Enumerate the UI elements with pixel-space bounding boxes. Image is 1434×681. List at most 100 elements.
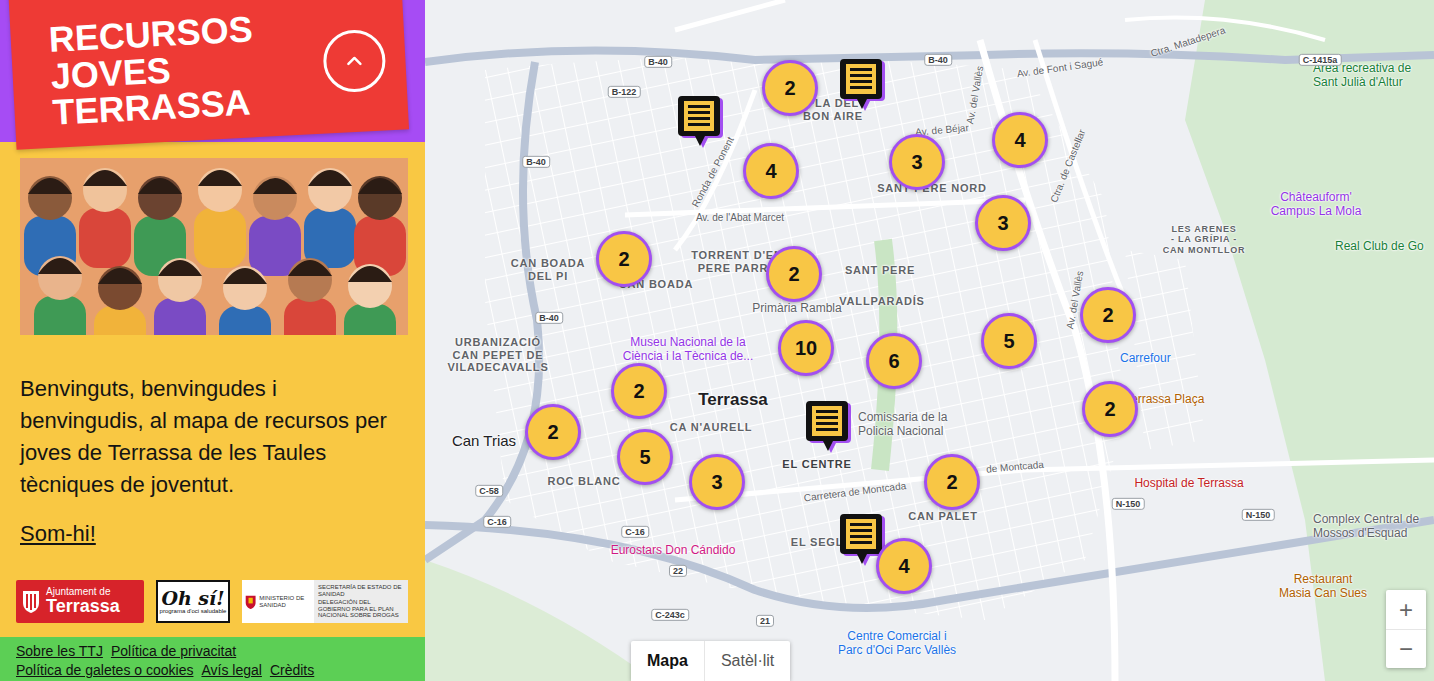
poi-label[interactable]: Carrefour	[1120, 352, 1171, 366]
cluster-marker[interactable]: 3	[689, 454, 745, 510]
resource-marker-icon[interactable]	[803, 397, 853, 455]
district-label: CA N'AURELL	[670, 421, 753, 434]
coat-of-arms-icon	[245, 591, 256, 613]
title-line: TERRASSA	[52, 85, 258, 132]
chevron-up-icon	[342, 49, 366, 73]
collapse-button[interactable]	[323, 30, 385, 92]
city-label: Terrassa	[698, 390, 768, 410]
road-label: Av. de l'Abat Marcet	[696, 212, 784, 224]
cluster-marker[interactable]: 2	[924, 454, 980, 510]
poi-label[interactable]: Châteauform' Campus La Mola	[1271, 191, 1362, 219]
ministerio-name: MINISTERIO DE SANIDAD	[259, 595, 311, 608]
district-label: SANT PERE	[845, 264, 915, 277]
road-shield: N-150	[1242, 509, 1275, 521]
district-label: EL SEGL	[791, 536, 843, 549]
road-shield: C-1415a	[1299, 54, 1342, 66]
cluster-marker[interactable]: 2	[596, 231, 652, 287]
cluster-marker[interactable]: 4	[992, 112, 1048, 168]
ministerio-department: SECRETARÍA DE ESTADO DE SANIDAD	[318, 584, 404, 597]
resource-marker-icon[interactable]	[837, 55, 887, 113]
resource-marker-icon[interactable]	[675, 92, 725, 150]
ministerio-departments: SECRETARÍA DE ESTADO DE SANIDAD DELEGACIÓ…	[314, 580, 408, 623]
road-shield: C-58	[475, 485, 503, 497]
poi-label[interactable]: Restaurant Masia Can Sues	[1279, 573, 1367, 601]
app: RECURSOSJOVESTERRASSA Benvinguts, benving…	[0, 0, 1434, 681]
youth-illustration	[20, 158, 408, 335]
cluster-marker[interactable]: 3	[975, 195, 1031, 251]
small-label: LES ARENES - LA GRÍPIA - CAN MONTLLOR	[1163, 224, 1246, 255]
intro: Benvinguts, benvingudes i benvingudis, a…	[0, 335, 425, 547]
header: RECURSOSJOVESTERRASSA	[0, 0, 425, 142]
district-label: VALLPARADÍS	[839, 295, 924, 308]
road-shield: B-40	[924, 54, 952, 66]
cluster-marker[interactable]: 2	[1080, 287, 1136, 343]
footer-link[interactable]: Avís legal	[201, 661, 261, 679]
road-shield: B-40	[644, 56, 672, 68]
cluster-marker[interactable]: 2	[762, 60, 818, 116]
poi-label[interactable]: Museu Nacional de la Ciència i la Tècnic…	[623, 336, 754, 364]
zoom-out-button[interactable]: −	[1386, 629, 1426, 668]
title-card: RECURSOSJOVESTERRASSA	[8, 0, 409, 150]
site-title: RECURSOSJOVESTERRASSA	[48, 11, 258, 132]
ohsi-subtitle: programa d'oci saludable	[160, 608, 227, 614]
footer-link[interactable]: Política de privacitat	[111, 642, 236, 660]
ohsi-title: Oh sí!	[161, 589, 224, 608]
road-shield: B-40	[535, 312, 563, 324]
zoom-in-button[interactable]: +	[1386, 590, 1426, 629]
ajuntament-text: Ajuntament deTerrassa	[46, 587, 120, 616]
map-type-button[interactable]: Satèl·lit	[704, 641, 790, 681]
ministerio-department: DELEGACIÓN DEL GOBIERNO PARA EL PLAN NAC…	[318, 599, 404, 619]
poi-label[interactable]: Hospital de Terrassa	[1134, 477, 1243, 491]
district-label: EL CENTRE	[782, 458, 851, 471]
cluster-marker[interactable]: 4	[876, 538, 932, 594]
poi-label[interactable]: Centre Comercial i Parc d'Oci Parc Vallè…	[838, 630, 956, 658]
map-type-control: MapaSatèl·lit	[631, 641, 790, 681]
map-tiles[interactable]	[425, 0, 1434, 681]
poi-label[interactable]: Primària Rambla	[752, 302, 841, 316]
district-label: URBANIZACIÓ CAN PEPET DE VILADECAVALLS	[447, 336, 548, 374]
road-shield: N-150	[1112, 498, 1145, 510]
poi-label[interactable]: Eurostars Don Cándido	[611, 544, 736, 558]
ajuntament-logo[interactable]: Ajuntament deTerrassa	[16, 580, 144, 623]
footer: Sobre les TTJ Política de privacitatPolít…	[0, 637, 425, 681]
road-shield: C-243c	[651, 609, 689, 621]
footer-link[interactable]: Crèdits	[270, 661, 314, 679]
cluster-marker[interactable]: 5	[981, 313, 1037, 369]
poi-label[interactable]: Comissaria de la Policia Nacional	[858, 411, 947, 439]
cluster-marker[interactable]: 2	[525, 404, 581, 460]
footer-link[interactable]: Sobre les TTJ	[16, 642, 103, 660]
poi-label[interactable]: Real Club de Go	[1335, 240, 1424, 254]
title-line: RECURSOS	[48, 11, 254, 58]
ministerio-brand: MINISTERIO DE SANIDAD	[242, 580, 314, 623]
cluster-marker[interactable]: 4	[743, 143, 799, 199]
sponsor-row: Ajuntament deTerrassa Oh sí!programa d'oc…	[0, 580, 425, 637]
cluster-marker[interactable]: 10	[778, 320, 834, 376]
road-shield: C-16	[483, 516, 511, 528]
map-type-button[interactable]: Mapa	[631, 641, 704, 681]
cluster-marker[interactable]: 2	[766, 246, 822, 302]
road-shield: 22	[669, 565, 687, 577]
start-link[interactable]: Som-hi!	[20, 521, 405, 547]
district-label: CAN PALET	[908, 510, 977, 523]
district-label: ROC BLANC	[547, 475, 620, 488]
cluster-marker[interactable]: 6	[866, 333, 922, 389]
zoom-control: +−	[1386, 590, 1426, 668]
cluster-marker[interactable]: 5	[617, 429, 673, 485]
road-shield: B-40	[522, 156, 550, 168]
footer-link[interactable]: Política de galetes o cookies	[16, 661, 193, 679]
ministerio-logo[interactable]: MINISTERIO DE SANIDADSECRETARÍA DE ESTAD…	[242, 580, 408, 623]
cluster-marker[interactable]: 2	[1082, 381, 1138, 437]
road-shield: C-16	[621, 526, 649, 538]
cluster-marker[interactable]: 3	[889, 134, 945, 190]
intro-text: Benvinguts, benvingudes i benvingudis, a…	[20, 373, 405, 501]
cluster-marker[interactable]: 2	[611, 363, 667, 419]
road-shield: B-122	[608, 86, 641, 98]
illustration	[20, 158, 408, 335]
map[interactable]: PLA DEL BON AIRESANT PERE NORDTORRENT D'…	[425, 0, 1434, 681]
poi-label[interactable]: Complex Central de Mossos d'Esquad	[1313, 513, 1419, 541]
town-label: Can Trias	[452, 432, 516, 449]
district-label: CAN BOADA DEL PI	[511, 257, 585, 282]
ohsi-logo[interactable]: Oh sí!programa d'oci saludable	[156, 580, 230, 623]
sidebar: RECURSOSJOVESTERRASSA Benvinguts, benving…	[0, 0, 425, 681]
poi-label[interactable]: Àrea recreativa de Sant Julià d'Altur	[1313, 62, 1411, 90]
